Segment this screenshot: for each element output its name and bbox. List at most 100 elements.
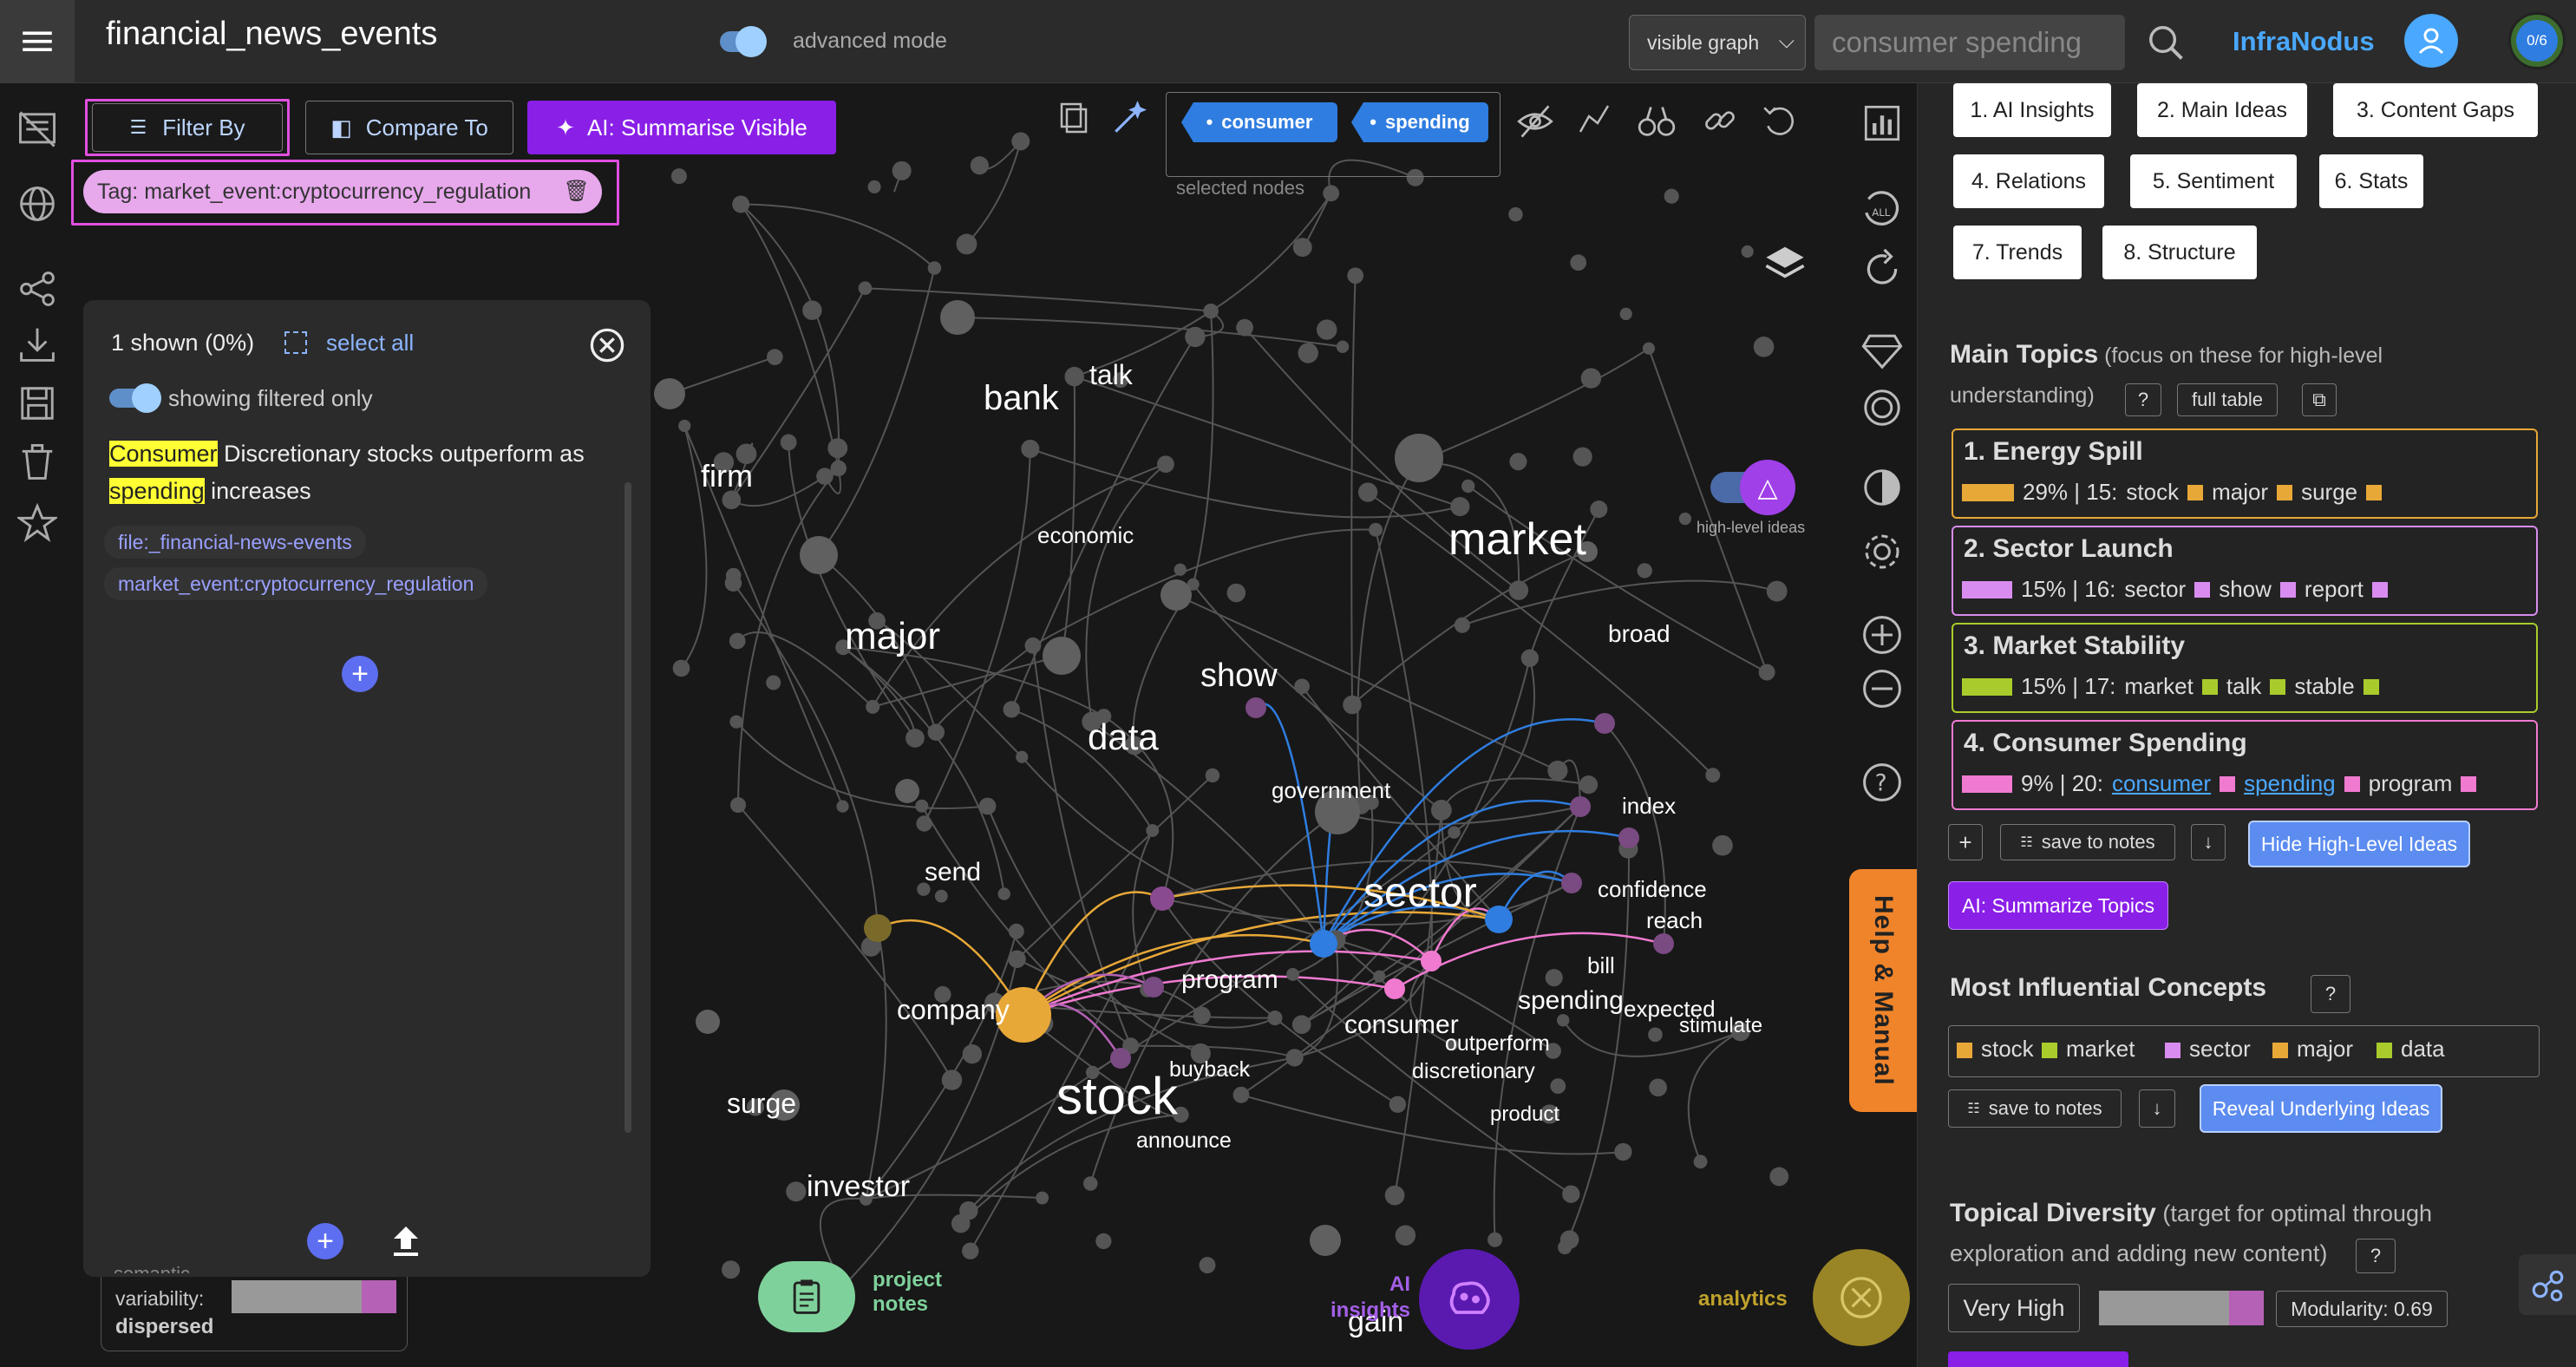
concept-word[interactable]: sector <box>2189 1036 2251 1063</box>
influential-help-button[interactable]: ? <box>2311 975 2350 1013</box>
hide-eye-icon[interactable] <box>1516 102 1554 141</box>
trash-icon[interactable] <box>17 442 57 482</box>
node-label[interactable]: send <box>925 858 981 887</box>
node-label[interactable]: firm <box>701 458 753 494</box>
topic-keyword[interactable]: spending <box>2244 770 2336 797</box>
topic-card[interactable]: 1. Energy Spill 29% | 15: stock major surge <box>1952 428 2538 519</box>
circle-target-icon[interactable] <box>1861 387 1903 428</box>
concept-word[interactable]: major <box>2297 1036 2353 1063</box>
delete-tag-icon[interactable]: 🗑 <box>564 179 590 204</box>
view-select[interactable]: visible graph ⌵ <box>1629 15 1806 70</box>
binoculars-icon[interactable] <box>1638 102 1676 141</box>
save-concepts-to-notes-button[interactable]: ☷ save to notes <box>1948 1089 2122 1128</box>
filter-by-button[interactable]: ☰ Filter By <box>85 99 290 156</box>
zoom-out-icon[interactable] <box>1861 668 1903 710</box>
node-label[interactable]: spending <box>1518 986 1624 1016</box>
panel-scrollbar[interactable] <box>624 482 631 1133</box>
save-topics-to-notes-button[interactable]: ☷ save to notes <box>2000 824 2175 860</box>
node-label[interactable]: outperform <box>1445 1031 1550 1056</box>
statement-tag-file[interactable]: file:_financial-news-events <box>104 526 366 559</box>
node-label[interactable]: surge <box>727 1088 796 1120</box>
node-label[interactable]: index <box>1622 793 1676 820</box>
download-icon[interactable] <box>17 324 57 364</box>
node-label[interactable]: consumer <box>1344 1011 1459 1040</box>
search-input[interactable]: consumer spending <box>1814 15 2125 70</box>
topic-keyword[interactable]: surge <box>2301 479 2357 506</box>
node-label[interactable]: major <box>845 615 940 658</box>
node-label[interactable]: product <box>1490 1102 1559 1127</box>
node-label[interactable]: show <box>1200 657 1278 695</box>
topic-keyword[interactable]: sector <box>2124 576 2186 603</box>
topic-keyword[interactable]: consumer <box>2112 770 2211 797</box>
topic-keyword[interactable]: talk <box>2226 673 2261 700</box>
topic-keyword[interactable]: report <box>2305 576 2364 603</box>
magic-wand-icon[interactable] <box>1110 99 1147 135</box>
diversity-help-button[interactable]: ? <box>2356 1239 2396 1273</box>
hide-high-level-ideas-button[interactable]: Hide High-Level Ideas <box>2248 821 2470 867</box>
project-notes-button[interactable] <box>758 1261 855 1332</box>
topic-keyword[interactable]: major <box>2212 479 2268 506</box>
filtered-only-toggle[interactable] <box>109 383 161 413</box>
full-table-button[interactable]: full table <box>2177 383 2278 416</box>
node-label[interactable]: discretionary <box>1412 1059 1535 1084</box>
layers-icon[interactable] <box>1764 243 1806 285</box>
topic-keyword[interactable]: market <box>2124 673 2193 700</box>
path-icon[interactable] <box>1577 102 1612 137</box>
tab-sentiment[interactable]: 5. Sentiment <box>2130 154 2297 208</box>
topic-keyword[interactable]: show <box>2219 576 2272 603</box>
close-panel-icon[interactable] <box>588 326 626 364</box>
settings-gear-icon[interactable] <box>1861 531 1903 572</box>
tab-content-gaps[interactable]: 3. Content Gaps <box>2333 83 2538 137</box>
node-label[interactable]: bill <box>1587 952 1615 979</box>
node-label[interactable]: bank <box>984 379 1059 418</box>
save-icon[interactable] <box>17 383 57 423</box>
tab-ai-insights[interactable]: 1. AI Insights <box>1953 83 2111 137</box>
graph-nodes-icon[interactable] <box>2519 1254 2576 1315</box>
upload-icon[interactable] <box>389 1223 423 1258</box>
tag-filter-chip[interactable]: Tag: market_event:cryptocurrency_regulat… <box>83 170 602 213</box>
ai-summarize-topics-button[interactable]: AI: Summarize Topics <box>1948 881 2168 930</box>
node-label[interactable]: broad <box>1608 620 1670 648</box>
concept-word[interactable]: stock <box>1981 1036 2034 1063</box>
star-icon[interactable] <box>15 502 60 543</box>
node-label[interactable]: program <box>1181 965 1278 995</box>
tab-trends[interactable]: 7. Trends <box>1953 226 2082 279</box>
concept-word[interactable]: data <box>2401 1036 2445 1063</box>
add-statement-icon[interactable]: + <box>342 656 378 692</box>
undo-icon[interactable] <box>1761 102 1797 139</box>
node-label[interactable]: investor <box>807 1170 910 1204</box>
node-label[interactable]: data <box>1088 716 1159 758</box>
copy-icon[interactable] <box>1058 101 1093 135</box>
download-topics-button[interactable]: ↓ <box>2191 824 2226 860</box>
refresh-icon[interactable] <box>1860 246 1905 291</box>
statement-text[interactable]: Consumer Discretionary stocks outperform… <box>109 435 612 510</box>
download-concepts-button[interactable]: ↓ <box>2139 1089 2175 1128</box>
help-manual-tab[interactable]: Help & Manual <box>1849 869 1917 1112</box>
select-all-icon[interactable] <box>284 331 307 354</box>
globe-icon[interactable] <box>17 184 57 224</box>
node-label[interactable]: reach <box>1646 907 1703 934</box>
summarise-visible-button[interactable]: ✦ AI: Summarise Visible <box>527 101 836 154</box>
search-icon[interactable] <box>2146 23 2186 62</box>
diamond-icon[interactable] <box>1860 330 1905 371</box>
node-label[interactable]: confidence <box>1598 876 1707 903</box>
node-label[interactable]: buyback <box>1169 1057 1250 1082</box>
select-all-link[interactable]: select all <box>326 330 414 356</box>
node-label[interactable]: announce <box>1136 1128 1232 1154</box>
next-section-button[interactable] <box>1948 1351 2128 1367</box>
tab-structure[interactable]: 8. Structure <box>2102 226 2257 279</box>
ai-insights-button[interactable] <box>1419 1249 1520 1350</box>
reveal-underlying-ideas-button[interactable]: Reveal Underlying Ideas <box>2200 1084 2442 1133</box>
counter-badge[interactable]: 0/6 <box>2508 12 2566 69</box>
link-icon[interactable] <box>1702 102 1738 139</box>
node-label[interactable]: government <box>1272 777 1390 804</box>
node-label[interactable]: company <box>897 994 1010 1026</box>
topic-card[interactable]: 4. Consumer Spending 9% | 20: consumer spen… <box>1952 720 2538 810</box>
contrast-icon[interactable] <box>1861 467 1903 508</box>
selected-node-spending[interactable]: • spending <box>1351 102 1488 142</box>
reset-all-icon[interactable]: ALL <box>1860 186 1905 231</box>
node-label[interactable]: economic <box>1037 522 1134 549</box>
concept-word[interactable]: market <box>2066 1036 2135 1063</box>
topic-keyword[interactable]: program <box>2369 770 2453 797</box>
advanced-mode-toggle[interactable] <box>720 26 767 57</box>
